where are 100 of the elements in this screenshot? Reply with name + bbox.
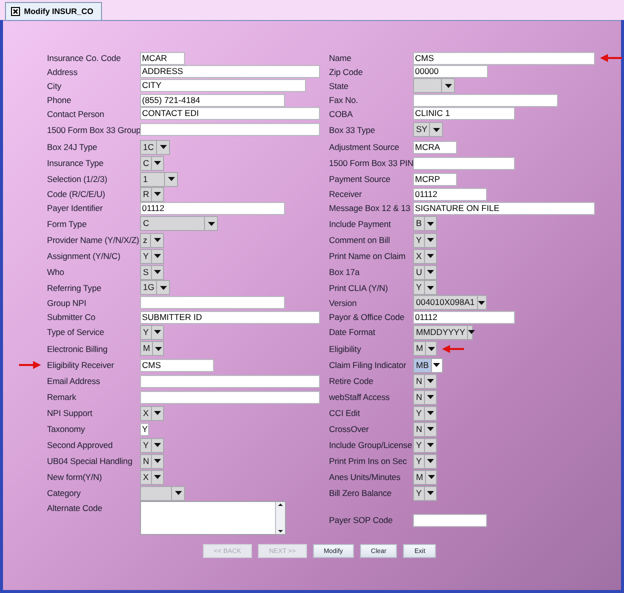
dropdown[interactable]: Y: [140, 438, 164, 452]
text-field[interactable]: SUBMITTER ID: [140, 310, 320, 324]
dropdown[interactable]: X: [140, 470, 164, 484]
text-field[interactable]: MCAR: [140, 52, 185, 64]
field-label: 1500 Form Box 33 Group: [47, 124, 141, 134]
dropdown[interactable]: 1: [140, 172, 178, 186]
dropdown[interactable]: U: [413, 264, 437, 280]
text-field[interactable]: [413, 94, 558, 106]
scrollbar[interactable]: [275, 502, 285, 534]
text-field[interactable]: CLINIC 1: [413, 107, 515, 120]
dropdown[interactable]: B: [413, 216, 437, 231]
caret-icon: [426, 411, 434, 415]
caret-icon: [426, 286, 434, 290]
field-label: Bill Zero Balance: [329, 488, 392, 498]
dropdown[interactable]: C: [140, 156, 164, 170]
text-field[interactable]: MCRA: [413, 140, 457, 154]
field-label: Electronic Billing: [47, 344, 108, 354]
dropdown[interactable]: X: [140, 406, 164, 420]
dropdown[interactable]: Y: [413, 454, 437, 468]
field-label: Print Prim Ins on Sec: [329, 456, 407, 466]
field-label: Category: [47, 488, 81, 498]
dropdown[interactable]: [140, 486, 185, 500]
close-icon[interactable]: [11, 7, 20, 16]
text-field[interactable]: [413, 156, 515, 170]
dropdown[interactable]: Y: [413, 438, 437, 452]
dropdown[interactable]: M: [413, 470, 437, 484]
field-label: Zip Code: [329, 66, 363, 76]
dropdown[interactable]: z: [140, 232, 164, 248]
field-label: Name: [329, 53, 352, 63]
dropdown[interactable]: N: [413, 374, 437, 388]
field-label: Include Group/License: [329, 440, 412, 450]
dropdown[interactable]: C: [140, 216, 218, 231]
field-label: State: [329, 80, 348, 90]
text-field[interactable]: [140, 296, 285, 309]
text-field[interactable]: (855) 721-4184: [140, 94, 285, 106]
dropdown[interactable]: N: [140, 454, 164, 468]
text-field[interactable]: CMS: [413, 52, 595, 64]
dropdown[interactable]: R: [140, 186, 164, 202]
field-label: Provider Name (Y/N/X/Z): [47, 235, 140, 245]
dropdown[interactable]: Y: [413, 406, 437, 420]
caret-icon: [154, 443, 161, 447]
field-label: Payer SOP Code: [329, 515, 393, 525]
scroll-down-icon[interactable]: [276, 528, 285, 534]
dropdown[interactable]: Y: [413, 232, 437, 248]
caret-icon: [154, 330, 161, 334]
field-label: Message Box 12 & 13: [329, 203, 410, 213]
text-field[interactable]: SIGNATURE ON FILE: [413, 202, 595, 214]
text-field[interactable]: [413, 514, 487, 526]
field-label: Remark: [47, 392, 76, 402]
field-label: NPI Support: [47, 408, 92, 418]
text-field[interactable]: MCRP: [413, 172, 457, 186]
text-field[interactable]: ADDRESS: [140, 65, 320, 78]
caret-icon: [174, 491, 182, 495]
text-field[interactable]: Y: [140, 422, 149, 436]
dropdown[interactable]: 004010X098A1: [413, 295, 487, 310]
field-label: Insurance Co. Code: [47, 53, 121, 63]
field-label: Alternate Code: [47, 503, 102, 513]
text-field[interactable]: CMS: [140, 358, 214, 372]
text-field[interactable]: CITY: [140, 79, 306, 92]
text-field[interactable]: [140, 390, 320, 404]
caret-icon: [426, 222, 434, 226]
dropdown[interactable]: N: [413, 422, 437, 436]
dropdown[interactable]: M: [413, 341, 437, 356]
field-label: Include Payment: [329, 218, 391, 228]
dropdown[interactable]: [413, 78, 455, 93]
field-label: Eligibility Receiver: [47, 360, 114, 370]
dropdown[interactable]: S: [140, 264, 164, 280]
dropdown[interactable]: MMDDYYYY: [413, 324, 473, 340]
dropdown[interactable]: SY: [413, 122, 443, 137]
caret-icon: [154, 270, 161, 274]
dropdown[interactable]: MB: [413, 358, 443, 372]
field-label: Phone: [47, 95, 72, 105]
caret-icon: [154, 411, 161, 415]
field-label: CCI Edit: [329, 408, 360, 418]
field-label: Payment Source: [329, 174, 390, 184]
field-label: Code (R/C/E/U): [47, 189, 106, 199]
text-field[interactable]: 01112: [140, 202, 285, 214]
dropdown[interactable]: Y: [140, 248, 164, 264]
caret-icon: [426, 491, 434, 495]
tab[interactable]: Modify INSUR_CO: [5, 2, 102, 20]
dropdown[interactable]: 1C: [140, 140, 170, 154]
text-field[interactable]: 01112: [413, 310, 515, 324]
text-field[interactable]: 01112: [413, 188, 487, 200]
text-field[interactable]: [140, 374, 320, 388]
dropdown[interactable]: Y: [140, 324, 164, 340]
scroll-up-icon[interactable]: [276, 502, 285, 508]
dropdown[interactable]: Y: [413, 486, 437, 500]
caret-icon: [154, 475, 161, 479]
dropdown[interactable]: Y: [413, 280, 437, 295]
text-field[interactable]: 00000: [413, 65, 488, 78]
caret-icon: [154, 161, 162, 165]
caret-icon: [426, 254, 434, 258]
dropdown[interactable]: 1G: [140, 280, 170, 295]
text-field[interactable]: CONTACT EDI: [140, 107, 320, 120]
field-label: Referring Type: [47, 282, 102, 292]
text-field[interactable]: [140, 123, 320, 136]
dropdown[interactable]: M: [140, 341, 164, 356]
field-label: Insurance Type: [47, 158, 104, 168]
dropdown[interactable]: X: [413, 248, 437, 264]
dropdown[interactable]: N: [413, 390, 437, 404]
